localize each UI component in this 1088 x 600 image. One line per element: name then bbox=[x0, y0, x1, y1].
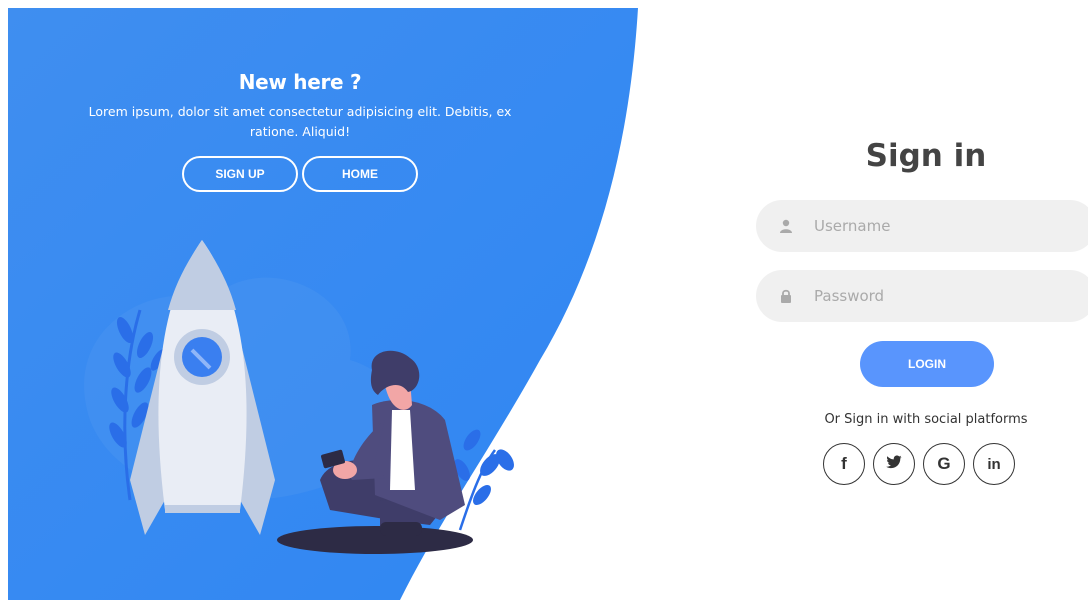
facebook-icon: f bbox=[841, 454, 847, 473]
panel-description: Lorem ipsum, dolor sit amet consectetur … bbox=[88, 104, 512, 139]
login-button[interactable]: LOGIN bbox=[860, 341, 994, 387]
social-sign-in-text: Or Sign in with social platforms bbox=[824, 412, 1028, 427]
panel-buttons: SIGN UP HOME bbox=[60, 156, 540, 192]
google-icon: G bbox=[937, 454, 951, 473]
linkedin-button[interactable]: in bbox=[973, 443, 1015, 485]
password-input[interactable] bbox=[812, 286, 1056, 306]
google-button[interactable]: G bbox=[923, 443, 965, 485]
facebook-button[interactable]: f bbox=[823, 443, 865, 485]
sign-in-title: Sign in bbox=[865, 138, 987, 174]
login-page: New here ? Lorem ipsum, dolor sit amet c… bbox=[0, 0, 1088, 600]
sign-up-button[interactable]: SIGN UP bbox=[182, 156, 298, 192]
left-panel-content: New here ? Lorem ipsum, dolor sit amet c… bbox=[60, 70, 540, 192]
twitter-button[interactable] bbox=[873, 443, 915, 485]
twitter-icon bbox=[886, 455, 902, 474]
social-buttons: f G in bbox=[823, 443, 1015, 485]
home-button[interactable]: HOME bbox=[302, 156, 418, 192]
panel-title: New here ? bbox=[238, 70, 362, 94]
linkedin-icon: in bbox=[987, 455, 1001, 473]
username-input[interactable] bbox=[812, 216, 1056, 236]
password-field[interactable] bbox=[756, 270, 1088, 322]
user-icon bbox=[778, 218, 794, 234]
username-field[interactable] bbox=[756, 200, 1088, 252]
lock-icon bbox=[778, 288, 794, 304]
